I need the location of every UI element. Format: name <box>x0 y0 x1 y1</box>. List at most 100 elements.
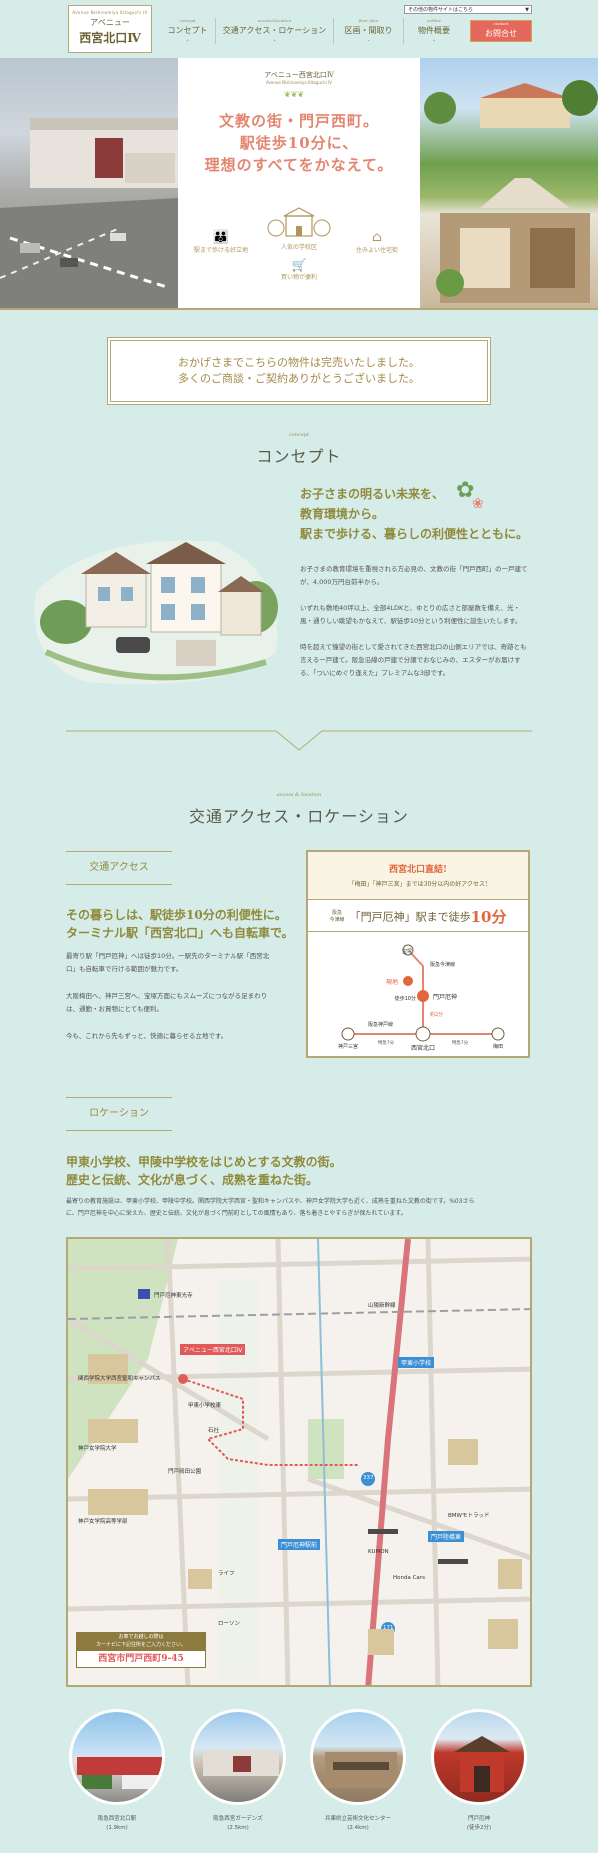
access-p2-line: は、通勤・お買物にとても便利。 <box>66 1005 163 1013</box>
photo-nishikita-station <box>69 1709 165 1805</box>
concept-paragraph-2: いずれも敷地40坪以上、全部4LDKと、ゆとりの広さと部屋数を備え、光・ 風・通… <box>300 602 540 628</box>
nav-item-en: outline <box>426 18 442 23</box>
school-building-icon <box>267 207 331 237</box>
route-mondo: 門戸厄神 <box>433 993 457 1001</box>
walk-minutes: 10分 <box>470 908 507 926</box>
contact-button[interactable]: contact お問合せ <box>470 20 532 42</box>
map-notice-line: お車でお越しの際は <box>118 1634 164 1640</box>
nav-item-label: 区画・間取り <box>344 26 393 35</box>
nav-item-floorplan[interactable]: floor plan 区画・間取り ⌄ <box>334 18 404 44</box>
location-paragraph: 最寄りの教育施設は、甲東小学校、甲陵中学校。関西学院大学西宮・聖和キャンパスや、… <box>66 1196 536 1220</box>
concept-title: コンセプト <box>256 447 342 466</box>
map-label-bmw: BMWモトラッド <box>448 1513 490 1519</box>
notice-line-2: 多くのご商談・ご契約ありがとうございました。 <box>178 372 420 385</box>
concept-lead-1: お子さまの明るい未来を、 <box>300 487 445 501</box>
map-label-mondo-kado: 門戸陸橋東 <box>428 1531 465 1542</box>
location-lead-1: 甲東小学校、甲陵中学校をはじめとする文教の街。 <box>66 1155 342 1169</box>
chevron-down-icon: ⌄ <box>431 37 437 43</box>
route-kobe-line: 阪急神戸線 <box>368 1021 393 1028</box>
photo-mondo-yakujin <box>431 1709 527 1805</box>
access-paragraph-1: 最寄り駅「門戸厄神」へは徒歩10分。一駅先のターミナル駅「西宮北 口」も自転車で… <box>66 950 296 976</box>
hero-brand: アベニュー西宮北口Ⅳ <box>264 71 334 79</box>
area-map-streets <box>68 1239 530 1685</box>
map-label-koto-school: 甲東小学校 <box>398 1357 435 1368</box>
access-paragraph-2: 大阪梅田へ、神戸三宮へ、宝塚方面にもスムーズにつながる足まわり は、通勤・お買物… <box>66 990 296 1016</box>
hero-headline-2: 駅徒歩10分に、 <box>239 134 359 152</box>
photo-caption-4: 門戸厄神 (徒歩2分) <box>419 1815 539 1833</box>
logo-name: アベニュー <box>90 18 130 27</box>
map-label-route337: 337 <box>363 1475 374 1481</box>
hero-headline-1: 文教の街・門戸西町。 <box>218 112 379 130</box>
access-title: 交通アクセス・ロケーション <box>189 807 409 826</box>
access-subtitle: 交通アクセス <box>66 851 172 885</box>
hero-photo-station-mall <box>0 58 180 308</box>
route-takarazuka: 宝塚 <box>402 948 412 955</box>
access-lead-1: その暮らしは、駅徒歩10分の利便性に。 <box>66 908 287 922</box>
route-umeda: 梅田 <box>493 1043 503 1050</box>
station-name: 「門戸厄神」 <box>349 910 416 924</box>
other-sites-select[interactable]: その他の物件サイトはこちら ▼ <box>404 5 532 14</box>
map-label-seiwa: 関西学院大学西宮聖和キャンパス <box>78 1376 161 1382</box>
concept-p2-line: 風・通りしい眺望もかなえて、駅徒歩10分という利便性に誕生いたします。 <box>300 617 522 625</box>
map-label-mondo-station: 門戸厄神駅前 <box>278 1539 321 1550</box>
photo-caption-name: 阪急西宮ガーデンズ <box>213 1816 263 1822</box>
nav-item-en: access&location <box>257 18 292 23</box>
area-map[interactable]: アベニュー西宮北口Ⅳ 甲東小学校 門戸厄神駅前 門戸陸橋東 門戸厄神東光寺 関西… <box>66 1237 532 1687</box>
contact-en: contact <box>493 21 509 26</box>
line-prefix: 阪急 今津線 <box>330 910 345 924</box>
nav-item-label: 交通アクセス・ロケーション <box>222 26 327 35</box>
concept-en: concept <box>289 432 309 438</box>
access-info-box: 西宮北口直結! 「梅田」「神戸三宮」までは30分以内の好アクセス! 阪急 今津線… <box>306 850 530 1058</box>
feature-residence-label: 住みよい住宅街 <box>355 247 398 254</box>
concept-paragraph-3: 時を超えて憧望の街として愛されてきた西宮北口の山側エリアでは、奇跡とも 言える一… <box>300 641 540 680</box>
nav-item-label: コンセプト <box>167 26 208 35</box>
nav-item-label: 物件概要 <box>418 26 450 35</box>
sold-out-notice: おかげさまでこちらの物件は完売いたしました。 多くのご商談・ご契約ありがとうござ… <box>110 340 488 402</box>
concept-p3-line: 時を超えて憧望の街として愛されてきた西宮北口の山側エリアでは、奇跡とも <box>300 643 527 651</box>
concept-p2-line: いずれも敷地40坪以上、全部4LDKと、ゆとりの広さと部屋数を備え、光・ <box>300 604 521 612</box>
concept-p3-line: る、「ついにめぐり逢えた」プレミアムな3邸です。 <box>300 669 450 677</box>
photo-mondo-yakujin-art <box>454 1736 510 1792</box>
feature-shopping-label: 買い物が便利 <box>280 274 317 281</box>
nav-item-en: concept <box>179 18 196 23</box>
house-icon: ⌂ <box>372 230 382 245</box>
map-notice: お車でお越しの際は カーナビに下記住所をご入力ください。 <box>76 1632 206 1650</box>
feature-school: 人気の学校区 <box>264 242 334 251</box>
shopping-cart-icon: 🛒 <box>291 258 307 272</box>
photo-caption-dist: (2.4km) <box>347 1825 369 1831</box>
map-label-lawson: ローソン <box>218 1621 241 1627</box>
map-label-kobejo: 神戸女学院大学 <box>78 1446 117 1452</box>
nav-item-outline[interactable]: outline 物件概要 ⌄ <box>404 18 464 44</box>
hero-photo-left-art <box>0 118 180 308</box>
feature-school-label: 人気の学校区 <box>280 244 317 251</box>
map-label-temple: 門戸厄神東光寺 <box>154 1293 193 1299</box>
location-subtitle: ロケーション <box>66 1097 172 1131</box>
concept-house-illustration <box>34 540 278 684</box>
photo-caption-dist: (徒歩2分) <box>466 1825 492 1831</box>
nav-item-concept[interactable]: concept コンセプト ⌄ <box>160 18 216 44</box>
map-label-kobejo-hs: 神戸女学院高等学部 <box>78 1519 128 1525</box>
photo-caption-name: 兵庫県立芸術文化センター <box>324 1816 391 1822</box>
feature-walk-label: 駅まで歩ける好立地 <box>193 247 248 254</box>
map-label-life: ライフ <box>218 1571 235 1577</box>
chevron-down-icon: ▼ <box>525 7 529 13</box>
line-prefix-2: 今津線 <box>329 916 345 923</box>
photo-gardens-art <box>203 1750 279 1776</box>
location-lead-2: 歴史と伝統、文化が息づく、成熟を重ねた街。 <box>66 1173 319 1187</box>
photo-caption-name: 門戸厄神 <box>467 1816 490 1822</box>
route-time-a: 特急7分 <box>378 1039 395 1046</box>
route-site: 現地 <box>386 978 398 986</box>
other-sites-select-value: その他の物件サイトはこちら <box>408 7 474 13</box>
route-kobe: 神戸三宮 <box>338 1043 358 1050</box>
site-logo[interactable]: Avenue Nishinomiya Kitaguchi IV アベニュー 西宮… <box>68 5 152 53</box>
photo-caption-1: 阪急西宮北口駅 (1.9km) <box>57 1815 177 1833</box>
nav-item-access[interactable]: access&location 交通アクセス・ロケーション ⌄ <box>216 18 334 44</box>
map-notice-line: カーナビに下記住所をご入力ください。 <box>95 1642 186 1648</box>
chevron-down-icon: ⌄ <box>185 37 190 43</box>
site-header: Avenue Nishinomiya Kitaguchi IV アベニュー 西宮… <box>0 0 598 58</box>
leaf-ornament-icon: ❦❦❦ <box>284 90 305 99</box>
map-address: 西宮市門戸西町9-45 <box>76 1650 206 1668</box>
map-label-park: 門戸岡田公園 <box>168 1469 202 1475</box>
photo-caption-name: 阪急西宮北口駅 <box>97 1816 137 1822</box>
concept-lead-2: 教育環境から。 <box>300 507 385 521</box>
